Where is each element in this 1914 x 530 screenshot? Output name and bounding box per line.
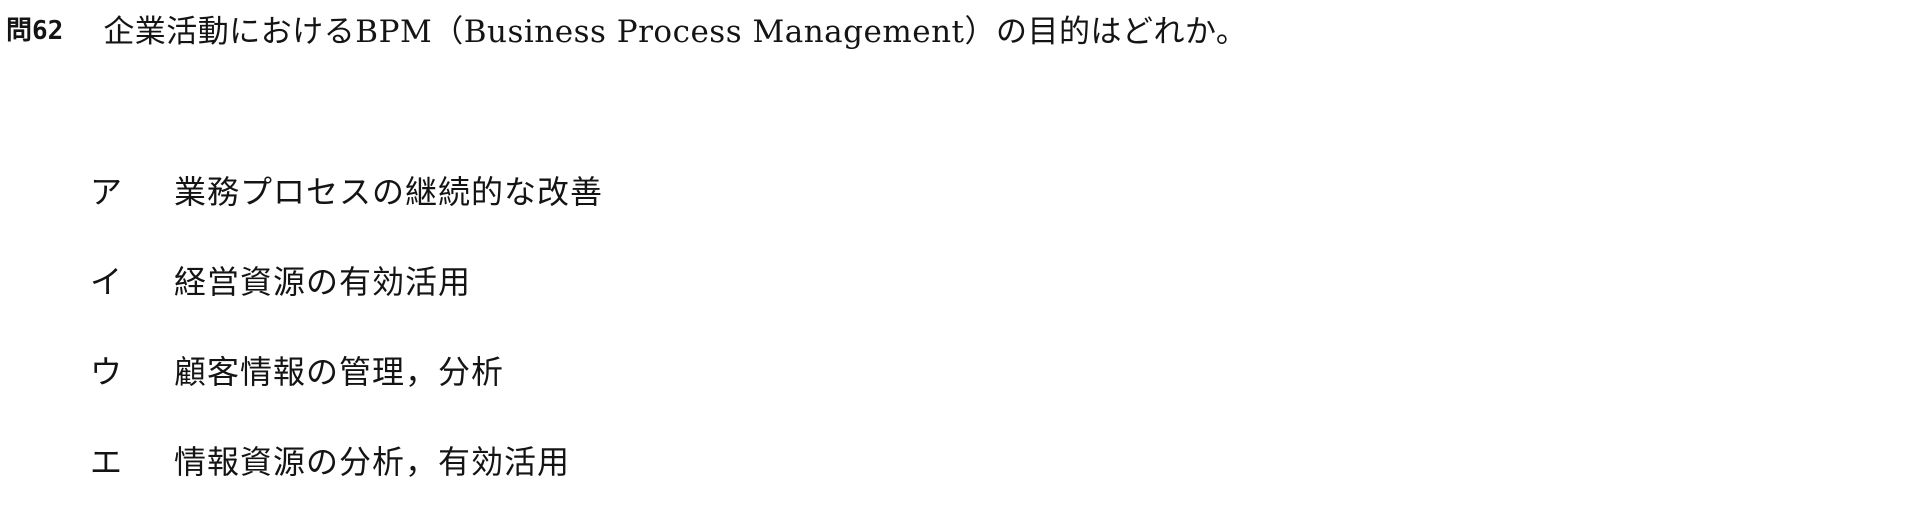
choice-text: 業務プロセスの継続的な改善	[174, 173, 604, 211]
choice-letter: ア	[90, 173, 123, 211]
choice-u[interactable]: ウ 顧客情報の管理，分析	[90, 350, 603, 440]
choice-letter: イ	[90, 263, 123, 301]
choice-text: 経営資源の有効活用	[174, 263, 472, 301]
choice-text: 情報資源の分析，有効活用	[174, 443, 571, 481]
choice-e[interactable]: エ 情報資源の分析，有効活用	[90, 440, 603, 530]
question-text: 企業活動におけるBPM（Business Process Management）…	[103, 13, 1248, 50]
answer-choices: ア 業務プロセスの継続的な改善 イ 経営資源の有効活用 ウ 顧客情報の管理，分析…	[90, 170, 603, 530]
question-number: 問62	[6, 15, 64, 46]
choice-text: 顧客情報の管理，分析	[174, 353, 505, 391]
choice-a[interactable]: ア 業務プロセスの継続的な改善	[90, 170, 603, 260]
choice-letter: エ	[90, 443, 123, 481]
choice-letter: ウ	[90, 353, 123, 391]
exam-page: { "question": { "number": "問62", "text":…	[0, 0, 1914, 494]
choice-i[interactable]: イ 経営資源の有効活用	[90, 260, 603, 350]
question-header: 問62 企業活動におけるBPM（Business Process Managem…	[6, 6, 1247, 50]
